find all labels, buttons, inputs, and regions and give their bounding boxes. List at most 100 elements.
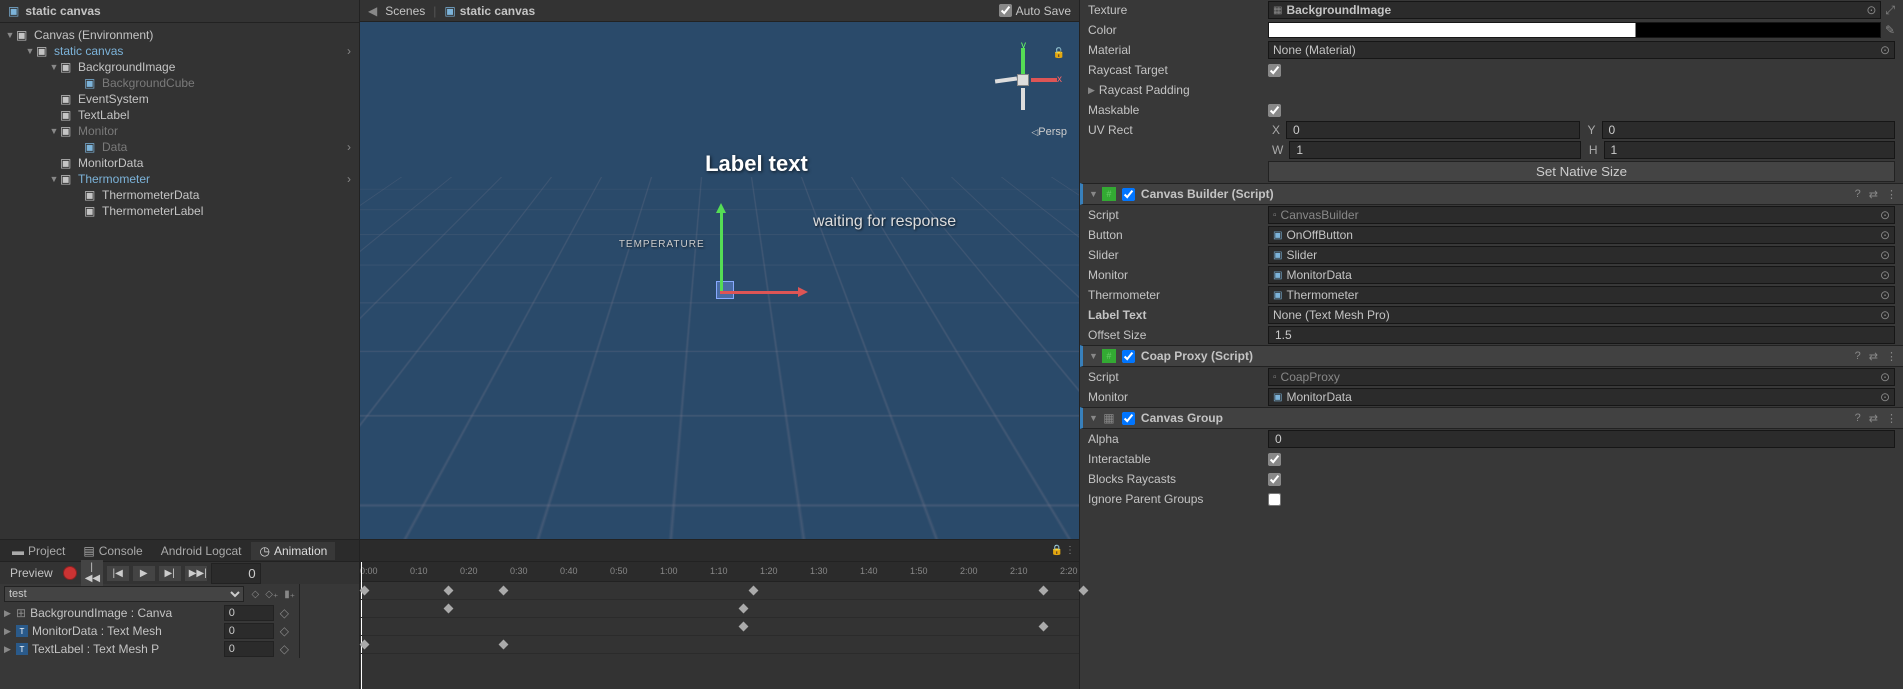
tab-console[interactable]: ▤Console: [75, 542, 150, 560]
lock-icon[interactable]: 🔒: [1051, 545, 1063, 556]
monitor-field[interactable]: ▣MonitorData⊙: [1268, 388, 1895, 406]
timeline-track[interactable]: [360, 618, 1079, 636]
slider-field[interactable]: ▣Slider⊙: [1268, 246, 1895, 264]
next-key-button[interactable]: ▶|: [159, 566, 181, 581]
keyframe[interactable]: [444, 604, 454, 614]
scene-viewport[interactable]: Label text waiting for response TEMPERAT…: [360, 22, 1079, 539]
timeline-ruler[interactable]: 0:000:100:200:300:400:501:001:101:201:30…: [360, 562, 1079, 582]
monitor-field[interactable]: ▣MonitorData⊙: [1268, 266, 1895, 284]
ignore-parent-checkbox[interactable]: [1268, 493, 1281, 506]
tree-toggle[interactable]: ▼: [48, 126, 60, 136]
button-field[interactable]: ▣OnOffButton⊙: [1268, 226, 1895, 244]
tab-animation[interactable]: ◷Animation: [251, 542, 335, 560]
timeline-track[interactable]: [360, 600, 1079, 618]
alpha-input[interactable]: 0: [1268, 430, 1895, 448]
preview-button[interactable]: Preview: [4, 564, 59, 582]
anim-property-row[interactable]: ▶ ⊞BackgroundImage : Canva ◇: [0, 604, 299, 622]
object-picker-icon[interactable]: ⊙: [1880, 288, 1890, 302]
menu-icon[interactable]: ⋮: [1886, 188, 1897, 201]
add-event-icon[interactable]: ▮₊: [284, 589, 295, 600]
prop-value-input[interactable]: [224, 605, 274, 621]
preset-icon[interactable]: ⇄: [1869, 350, 1878, 363]
tree-item[interactable]: ▣ MonitorData: [0, 155, 359, 171]
component-enabled-checkbox[interactable]: [1122, 350, 1135, 363]
tree-item[interactable]: ▼ ▣ static canvas›: [0, 43, 359, 59]
tree-item[interactable]: ▣ Data›: [0, 139, 359, 155]
object-picker-icon[interactable]: ⊙: [1880, 268, 1890, 282]
keyframe[interactable]: [1039, 586, 1049, 596]
keyframe[interactable]: [739, 604, 749, 614]
play-button[interactable]: ▶: [133, 566, 155, 581]
timeline-track[interactable]: [360, 582, 1079, 600]
uv-h-input[interactable]: 1: [1604, 141, 1896, 159]
component-header-canvas-builder[interactable]: ▼ # Canvas Builder (Script) ? ⇄ ⋮: [1080, 183, 1903, 205]
material-field[interactable]: None (Material) ⊙: [1268, 41, 1895, 59]
object-picker-icon[interactable]: ⊙: [1880, 248, 1890, 262]
component-header-coap-proxy[interactable]: ▼ # Coap Proxy (Script) ? ⇄ ⋮: [1080, 345, 1903, 367]
prev-key-button[interactable]: |◀: [107, 566, 129, 581]
tab-static-canvas[interactable]: static canvas: [460, 4, 535, 18]
tree-item[interactable]: ▼ ▣ Thermometer›: [0, 171, 359, 187]
prop-value-input[interactable]: [224, 623, 274, 639]
menu-icon[interactable]: ⋮: [1886, 412, 1897, 425]
diamond-icon[interactable]: ◇: [280, 624, 289, 638]
orientation-gizmo[interactable]: y x 🔓 ◁Persp: [977, 34, 1067, 144]
help-icon[interactable]: ?: [1855, 350, 1861, 363]
object-picker-icon[interactable]: ⊙: [1880, 308, 1890, 322]
keyframe[interactable]: [1039, 622, 1049, 632]
last-frame-button[interactable]: ▶▶|: [185, 566, 207, 581]
component-enabled-checkbox[interactable]: [1122, 412, 1135, 425]
object-picker-icon[interactable]: ⊙: [1880, 390, 1890, 404]
chevron-down-icon[interactable]: ▼: [1089, 413, 1098, 423]
auto-save-checkbox[interactable]: [999, 4, 1012, 17]
component-header-canvas-group[interactable]: ▼ ▦ Canvas Group ? ⇄ ⋮: [1080, 407, 1903, 429]
set-native-size-button[interactable]: Set Native Size: [1268, 161, 1895, 182]
expand-icon[interactable]: ⤢: [1885, 3, 1895, 18]
animation-timeline[interactable]: 0:000:100:200:300:400:501:001:101:201:30…: [360, 562, 1079, 689]
x-axis-handle[interactable]: [720, 291, 800, 294]
diamond-icon[interactable]: ◇: [252, 589, 260, 600]
preset-icon[interactable]: ⇄: [1869, 188, 1878, 201]
diamond-icon[interactable]: ◇: [280, 606, 289, 620]
help-icon[interactable]: ?: [1855, 412, 1861, 425]
frame-input[interactable]: [211, 563, 261, 584]
tree-root[interactable]: ▼ ▣ Canvas (Environment): [0, 27, 359, 43]
first-frame-button[interactable]: |◀◀: [81, 560, 103, 586]
uv-x-input[interactable]: 0: [1286, 121, 1579, 139]
keyframe[interactable]: [749, 586, 759, 596]
keyframe[interactable]: [499, 640, 509, 650]
thermometer-field[interactable]: ▣Thermometer⊙: [1268, 286, 1895, 304]
keyframe[interactable]: [499, 586, 509, 596]
lock-icon[interactable]: 🔓: [1053, 48, 1065, 59]
menu-icon[interactable]: ⋮: [1886, 350, 1897, 363]
help-icon[interactable]: ?: [1855, 188, 1861, 201]
keyframe[interactable]: [739, 622, 749, 632]
clip-dropdown[interactable]: test: [4, 586, 244, 602]
keyframe[interactable]: [444, 586, 454, 596]
tree-item[interactable]: ▣ ThermometerLabel: [0, 203, 359, 219]
tree-item[interactable]: ▣ TextLabel: [0, 107, 359, 123]
offset-size-input[interactable]: 1.5: [1268, 326, 1895, 344]
persp-label[interactable]: ◁Persp: [1031, 126, 1067, 138]
y-axis-handle[interactable]: [720, 211, 723, 291]
tab-scenes[interactable]: Scenes: [385, 4, 425, 18]
raycast-target-checkbox[interactable]: [1268, 64, 1281, 77]
chevron-right-icon[interactable]: ▶: [1088, 85, 1095, 96]
maskable-checkbox[interactable]: [1268, 104, 1281, 117]
keyframe[interactable]: [360, 640, 370, 650]
blocks-raycasts-checkbox[interactable]: [1268, 473, 1281, 486]
tab-android-logcat[interactable]: Android Logcat: [153, 542, 250, 560]
eyedropper-icon[interactable]: ✎: [1885, 23, 1895, 37]
tree-item[interactable]: ▣ ThermometerData: [0, 187, 359, 203]
tree-item[interactable]: ▣ EventSystem: [0, 91, 359, 107]
uv-y-input[interactable]: 0: [1602, 121, 1895, 139]
record-button[interactable]: [63, 566, 77, 580]
chevron-down-icon[interactable]: ▼: [1089, 189, 1098, 199]
color-field[interactable]: [1268, 22, 1881, 38]
chevron-down-icon[interactable]: ▼: [4, 30, 16, 40]
diamond-icon[interactable]: ◇: [280, 642, 289, 656]
object-picker-icon[interactable]: ⊙: [1880, 228, 1890, 242]
tab-project[interactable]: ▬Project: [4, 542, 73, 560]
tree-toggle[interactable]: ▼: [24, 46, 36, 56]
object-picker-icon[interactable]: ⊙: [1880, 370, 1890, 384]
